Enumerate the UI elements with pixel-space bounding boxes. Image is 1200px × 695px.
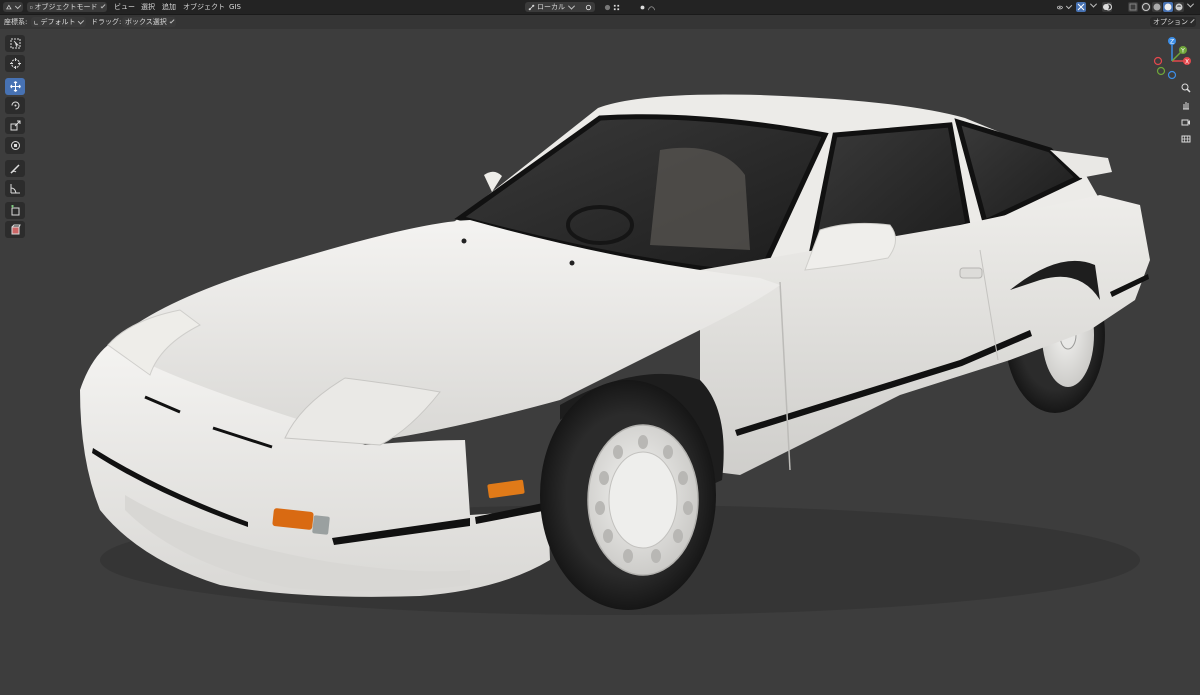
navigation-gizmo[interactable]: Z X Y	[1148, 35, 1198, 85]
transform-icon	[34, 20, 38, 24]
proportional-edit[interactable]	[636, 2, 658, 12]
grid-view-button[interactable]	[1177, 131, 1195, 147]
annotate-icon	[9, 164, 20, 174]
orientation-label: ローカル	[537, 3, 565, 11]
object-mode-icon	[30, 5, 33, 9]
camera-button[interactable]	[1177, 114, 1195, 130]
tool-rotate[interactable]	[5, 97, 25, 114]
options-button[interactable]: オプション	[1150, 17, 1196, 27]
shading-wireframe[interactable]	[1141, 2, 1151, 12]
visibility-toggle[interactable]	[1054, 2, 1074, 12]
editor-type-selector[interactable]	[3, 2, 23, 12]
falloff-icon	[648, 5, 655, 10]
drag-value: ボックス選択	[125, 18, 167, 26]
xray-toggle[interactable]	[1128, 2, 1138, 12]
menu-select[interactable]: 選択	[141, 2, 155, 12]
zoom-icon	[1181, 83, 1191, 93]
tool-move[interactable]	[5, 78, 25, 95]
shading-dropdown[interactable]	[1186, 0, 1196, 12]
mode-selector[interactable]: オブジェクトモード	[27, 2, 107, 12]
tool-transform[interactable]	[5, 137, 25, 154]
tool-annotate[interactable]	[5, 160, 25, 177]
menu-view[interactable]: ビュー	[114, 2, 135, 12]
add-cube-icon	[10, 205, 19, 216]
options-label: オプション	[1153, 18, 1188, 26]
gizmo-icon	[1077, 3, 1085, 11]
3d-viewport[interactable]: オブジェクトモード ビュー 選択 追加 オブジェクト GIS ローカル 座標系:…	[0, 0, 1200, 695]
coord-dropdown[interactable]: デフォルト	[31, 17, 86, 27]
tool-settings-bar: 座標系: デフォルト ドラッグ: ボックス選択 オプション	[0, 15, 1200, 29]
gizmo-y-label: Y	[1180, 47, 1185, 54]
gizmo-z-label: Z	[1170, 38, 1174, 45]
scale-icon	[10, 120, 20, 131]
mode-label: オブジェクトモード	[34, 3, 98, 11]
editor-type-icon	[6, 4, 12, 9]
overlay-toggle[interactable]	[1102, 2, 1112, 12]
menu-object[interactable]: オブジェクト	[183, 2, 225, 12]
tool-scale[interactable]	[5, 117, 25, 134]
solid-icon	[1153, 3, 1161, 11]
material-icon	[1164, 3, 1172, 11]
tool-measure[interactable]	[5, 180, 25, 197]
snap-button[interactable]	[601, 2, 635, 12]
coord-label: 座標系:	[4, 18, 28, 26]
tool-add-cube[interactable]	[5, 202, 25, 219]
tool-add-object[interactable]	[5, 221, 25, 238]
hand-pan-icon	[1183, 102, 1189, 110]
measure-icon	[10, 184, 20, 194]
front-wheel	[540, 380, 716, 610]
pan-button[interactable]	[1177, 97, 1195, 113]
shading-material[interactable]	[1163, 2, 1173, 12]
gizmo-toggle[interactable]	[1076, 2, 1086, 12]
pivot-icon	[585, 4, 592, 10]
overlay-icon	[1103, 3, 1112, 11]
snap-icon	[604, 4, 611, 10]
drag-label: ドラッグ:	[91, 18, 122, 26]
select-box-icon	[10, 38, 20, 49]
eye-icon	[1057, 5, 1063, 9]
orientation-icon	[528, 4, 535, 10]
wireframe-icon	[1142, 3, 1150, 11]
shading-rendered[interactable]	[1174, 2, 1184, 12]
tool-cursor[interactable]	[5, 55, 25, 72]
viewport-header: オブジェクトモード ビュー 選択 追加 オブジェクト GIS ローカル	[0, 0, 1200, 15]
rendered-icon	[1175, 3, 1183, 11]
drag-dropdown[interactable]: ボックス選択	[122, 17, 176, 27]
menu-add[interactable]: 追加	[162, 2, 176, 12]
cursor-icon	[9, 58, 21, 69]
move-icon	[9, 81, 21, 92]
coord-value: デフォルト	[40, 18, 76, 26]
proportional-edit-icon	[640, 5, 645, 9]
zoom-button[interactable]	[1177, 80, 1195, 96]
xray-icon	[1129, 3, 1137, 11]
car-render	[80, 94, 1150, 615]
rotate-icon	[11, 101, 19, 110]
camera-icon	[1181, 119, 1190, 126]
gizmo-x-label: X	[1185, 58, 1189, 65]
shading-solid[interactable]	[1152, 2, 1162, 12]
tool-select-box[interactable]	[5, 35, 25, 52]
gizmo-dropdown[interactable]	[1089, 0, 1099, 12]
grid-view-icon	[1181, 135, 1191, 143]
snap-grid-icon	[613, 4, 620, 10]
add-object-icon	[11, 224, 21, 235]
pivot-button[interactable]	[582, 2, 600, 12]
menu-gis[interactable]: GIS	[229, 2, 241, 12]
transform-tool-icon	[10, 141, 20, 150]
